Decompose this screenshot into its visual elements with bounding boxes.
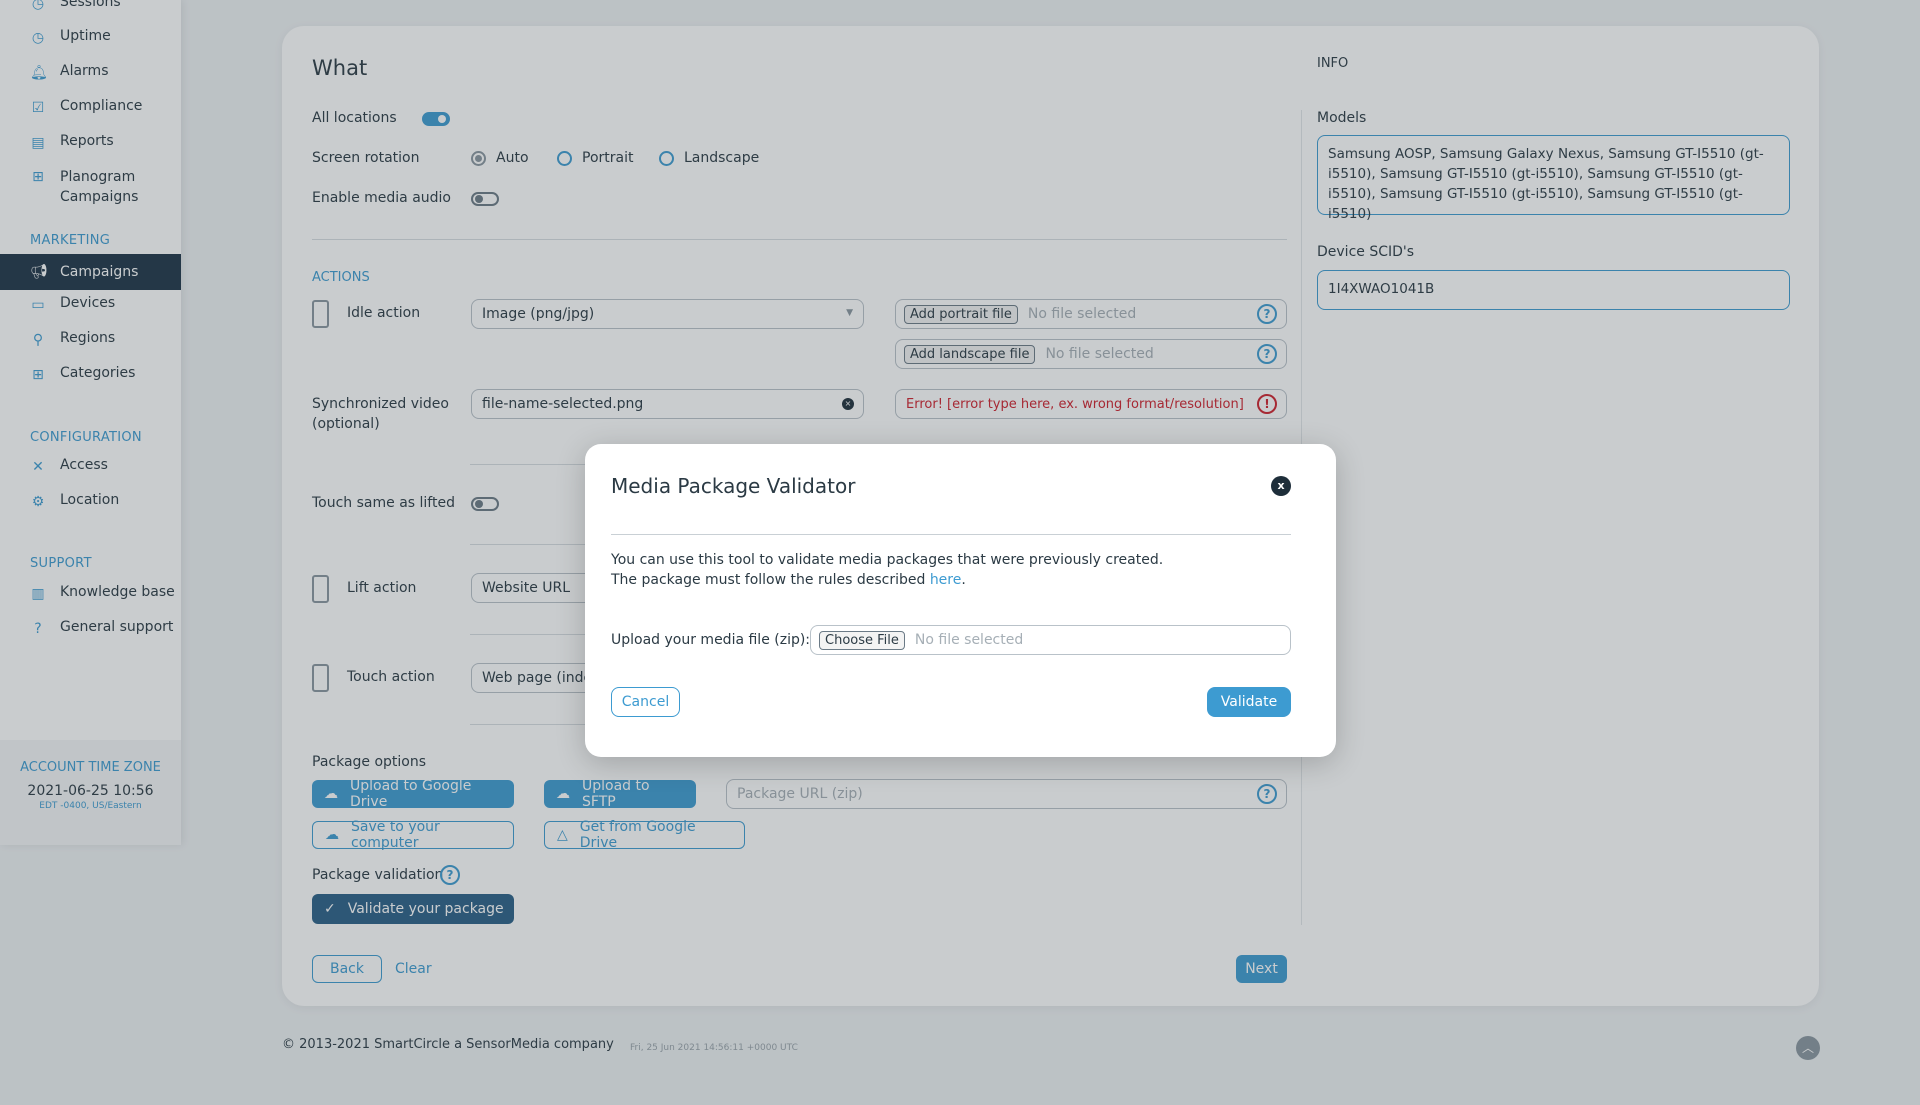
modal-description-end: . <box>961 572 966 588</box>
media-package-validator-modal: Media Package Validator x You can use th… <box>585 444 1336 757</box>
close-icon[interactable]: x <box>1271 476 1291 496</box>
rules-link[interactable]: here <box>930 572 962 588</box>
validate-button[interactable]: Validate <box>1207 687 1291 717</box>
modal-description-text: You can use this tool to validate media … <box>611 552 1164 588</box>
modal-title: Media Package Validator <box>611 474 856 498</box>
upload-media-label: Upload your media file (zip): <box>611 632 811 648</box>
media-file-input[interactable]: Choose File No file selected <box>810 625 1291 655</box>
choose-file-button[interactable]: Choose File <box>819 630 905 650</box>
media-file-status: No file selected <box>914 632 1024 648</box>
modal-divider <box>611 534 1291 535</box>
cancel-button[interactable]: Cancel <box>611 687 680 717</box>
modal-description: You can use this tool to validate media … <box>611 550 1171 590</box>
